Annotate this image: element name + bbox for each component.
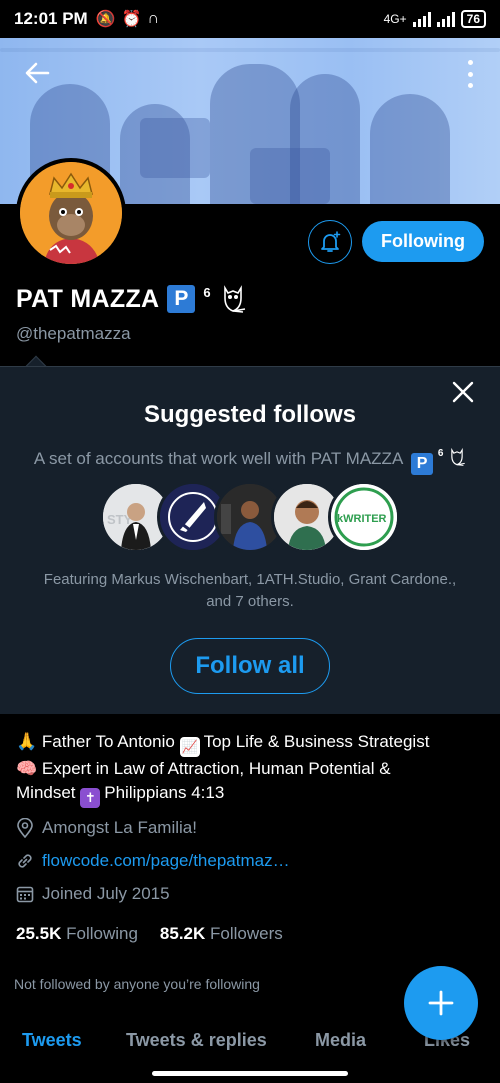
link-icon [18,854,32,868]
battery-icon: 76 [460,10,486,28]
superscript-six: 6 [203,284,211,300]
owl-icon [223,285,245,313]
bell-plus-icon [321,231,341,252]
location-pin-icon [17,818,33,838]
status-bar: 12:01 PM 🔕 ⏰ ∩ 4G+ 76 [0,0,500,38]
tab-tweets[interactable]: Tweets [22,1030,82,1051]
calendar-icon [16,886,34,903]
profile-website-link[interactable]: flowcode.com/page/thepatmaz… [42,851,290,871]
back-arrow-icon[interactable] [22,58,54,90]
followers-count[interactable]: 85.2K Followers [160,924,283,944]
compose-tweet-button[interactable] [404,966,478,1040]
plus-icon [428,990,454,1016]
praying-hands-emoji-icon: 🙏 [16,732,38,751]
suggested-follows-panel: Suggested follows A set of accounts that… [0,366,500,714]
not-followed-text: Not followed by anyone you’re following [14,976,260,992]
parking-badge-icon-small: P [411,453,434,475]
status-time: 12:01 PM [14,9,88,28]
profile-name: PAT MAZZA [16,284,160,313]
follow-counts: 25.5K Following 85.2K Followers [16,924,283,944]
notification-bell-button[interactable] [308,220,352,264]
alarm-icon: ⏰ [121,11,142,28]
profile-joined: Joined July 2015 [16,884,170,904]
profile-name-row: PAT MAZZA P 6 [16,284,247,314]
network-type: 4G+ [383,12,407,26]
mute-notifications-icon: 🔕 [95,11,116,28]
parking-badge-icon: P [167,285,196,313]
suggested-featuring-text: Featuring Markus Wischenbart, 1ATH.Studi… [43,571,457,610]
suggested-follows-title: Suggested follows [143,401,356,428]
suggested-follows-description: A set of accounts that work well with PA… [0,447,500,475]
suggested-avatar-writer[interactable]: kWRITER [328,481,400,553]
profile-location: Amongst La Familia! [16,818,197,838]
close-icon[interactable] [452,381,474,403]
suggested-avatars[interactable]: STY kWRITER [100,481,400,553]
svg-text:kWRITER: kWRITER [337,513,387,525]
profile-bio: 🙏 Father To Antonio 📈 Top Life & Business… [16,730,484,808]
signal-icon-2 [436,11,455,27]
following-button[interactable]: Following [362,221,484,262]
profile-avatar[interactable] [16,158,126,268]
profile-handle: @thepatmazza [16,324,131,343]
superscript-six-small: 6 [437,448,444,459]
tab-tweets-replies[interactable]: Tweets & replies [126,1030,267,1051]
more-options-icon[interactable] [466,60,474,88]
profile-website[interactable]: flowcode.com/page/thepatmaz… [16,851,290,871]
signal-icon [412,11,431,27]
brain-emoji-icon: 🧠 [16,759,38,778]
chart-increasing-emoji-icon: 📈 [179,737,200,757]
following-count[interactable]: 25.5K Following [16,924,138,944]
owl-icon-small [451,447,465,466]
follow-all-button[interactable]: Follow all [170,638,330,694]
headphones-icon: ∩ [147,10,160,27]
tab-media[interactable]: Media [315,1030,366,1051]
cross-emoji-icon: ✝ [80,788,101,808]
home-indicator[interactable] [152,1071,348,1076]
